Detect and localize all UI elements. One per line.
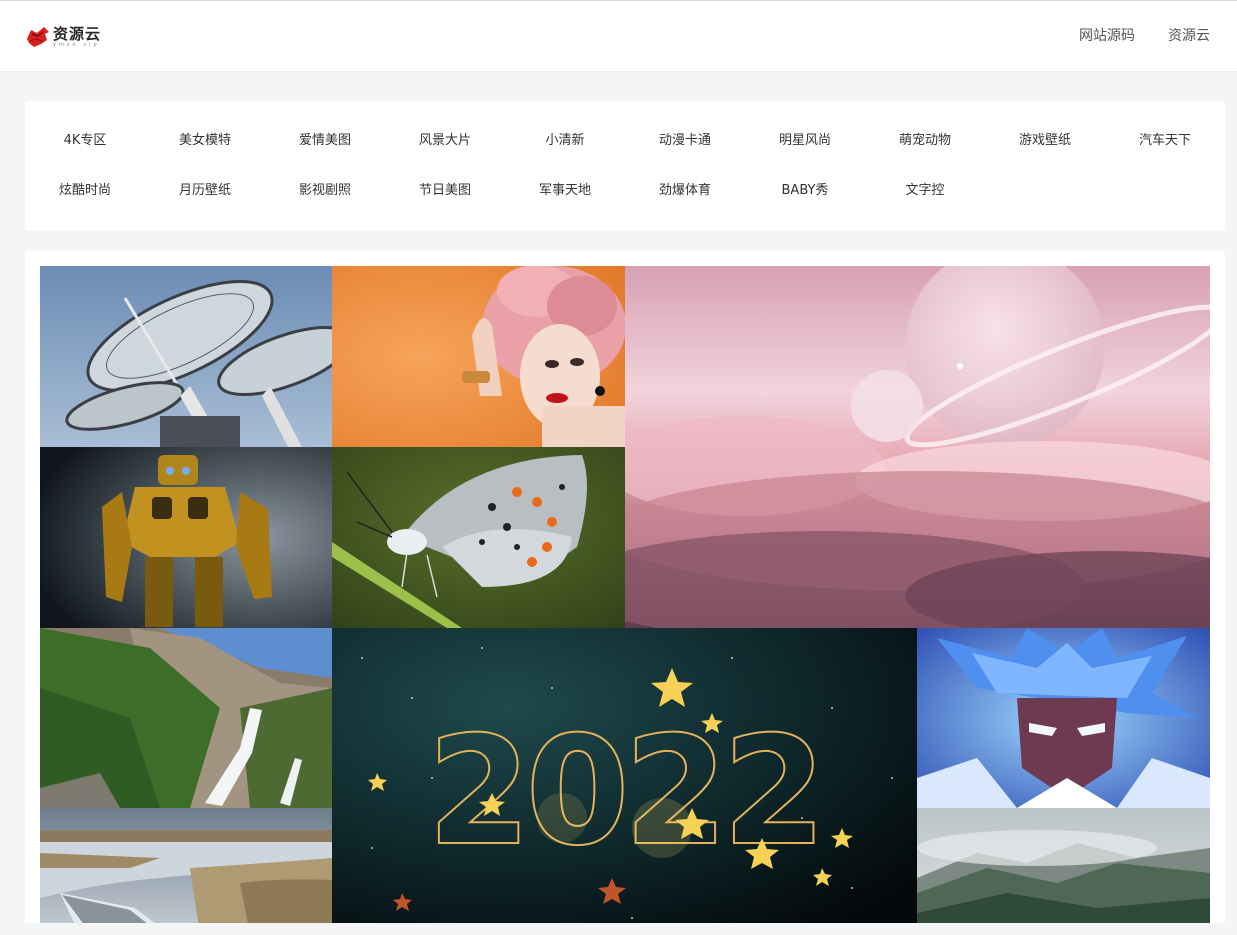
category-cars[interactable]: 汽车天下 xyxy=(1105,131,1225,151)
wallpaper-gallery: 2022 xyxy=(25,251,1225,935)
satellite-dishes-thumbnail[interactable] xyxy=(40,266,332,447)
category-cool-fashion[interactable]: 炫酷时尚 xyxy=(25,181,145,201)
category-scenery[interactable]: 风景大片 xyxy=(385,131,505,151)
waterfall-mountain-thumbnail[interactable] xyxy=(40,628,332,808)
category-holiday[interactable]: 节日美图 xyxy=(385,181,505,201)
category-sports[interactable]: 劲爆体育 xyxy=(625,181,745,201)
category-4k[interactable]: 4K专区 xyxy=(25,131,145,151)
site-header: 资源云 ymsn vip 网站源码 资源云 xyxy=(0,0,1237,72)
anime-hero-thumbnail[interactable] xyxy=(917,628,1210,808)
nav-link-source-code[interactable]: 网站源码 xyxy=(1079,26,1135,46)
logo-subtitle: ymsn vip xyxy=(53,42,100,48)
category-panel: 4K专区 美女模特 爱情美图 风景大片 小清新 动漫卡通 明星风尚 萌宠动物 游… xyxy=(25,101,1225,231)
category-love[interactable]: 爱情美图 xyxy=(265,131,385,151)
top-nav: 网站源码 资源云 xyxy=(1046,26,1210,46)
nav-link-resource-cloud[interactable]: 资源云 xyxy=(1168,26,1210,46)
category-fresh[interactable]: 小清新 xyxy=(505,131,625,151)
category-film[interactable]: 影视剧照 xyxy=(265,181,385,201)
new-year-2022-thumbnail[interactable]: 2022 xyxy=(332,628,917,935)
category-models[interactable]: 美女模特 xyxy=(145,131,265,151)
site-logo[interactable]: 资源云 ymsn vip xyxy=(26,23,101,51)
category-baby[interactable]: BABY秀 xyxy=(745,181,865,201)
butterfly-thumbnail[interactable] xyxy=(332,447,625,628)
category-military[interactable]: 军事天地 xyxy=(505,181,625,201)
category-games[interactable]: 游戏壁纸 xyxy=(985,131,1105,151)
lake-boat-thumbnail[interactable] xyxy=(40,808,332,935)
category-text[interactable]: 文字控 xyxy=(865,181,985,201)
category-pets[interactable]: 萌宠动物 xyxy=(865,131,985,151)
category-calendar[interactable]: 月历壁纸 xyxy=(145,181,265,201)
logo-title: 资源云 xyxy=(53,25,102,43)
misty-mountains-thumbnail[interactable] xyxy=(917,808,1210,935)
pink-clouds-planets-thumbnail[interactable] xyxy=(625,266,1210,628)
pink-hair-woman-thumbnail[interactable] xyxy=(332,266,625,447)
logo-icon xyxy=(27,27,49,47)
category-celebrity[interactable]: 明星风尚 xyxy=(745,131,865,151)
page-bottom-strip xyxy=(0,923,1237,935)
bumblebee-robot-thumbnail[interactable] xyxy=(40,447,332,628)
category-anime[interactable]: 动漫卡通 xyxy=(625,131,745,151)
